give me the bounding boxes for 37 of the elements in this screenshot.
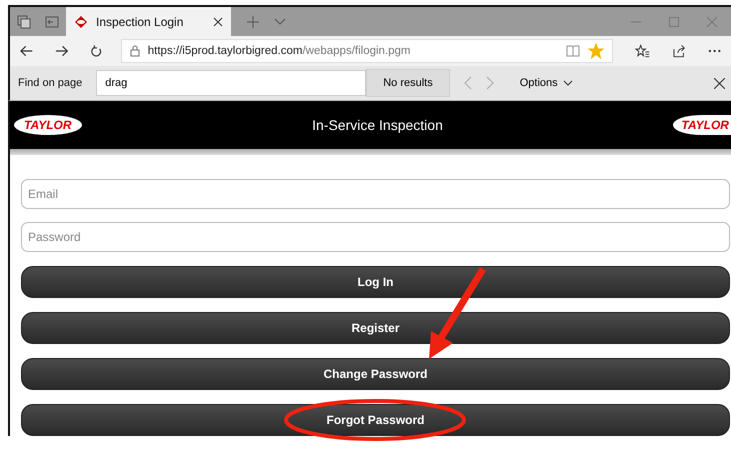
star-icon[interactable] — [588, 43, 604, 59]
favorites-icon[interactable] — [635, 44, 651, 58]
maximize-icon[interactable] — [669, 16, 679, 26]
logo: TAYLOR — [673, 115, 731, 135]
close-icon[interactable] — [714, 78, 725, 88]
tab-title: Inspection Login — [96, 14, 184, 28]
logo: TAYLOR — [14, 115, 82, 135]
forward-icon[interactable] — [55, 45, 68, 57]
results-text: No results — [366, 69, 450, 97]
lock-icon — [130, 45, 140, 57]
page-title: In-Service Inspection — [312, 117, 443, 133]
form-button[interactable]: Forgot Password — [21, 404, 730, 436]
input-field[interactable]: Email — [21, 179, 730, 209]
refresh-icon[interactable] — [90, 44, 103, 58]
form-button[interactable]: Change Password — [21, 358, 730, 390]
close-icon[interactable] — [213, 16, 223, 26]
chevron-down-icon — [562, 80, 573, 86]
next-icon[interactable] — [486, 76, 494, 90]
site-logo-icon — [74, 14, 88, 28]
tab-aside-icon[interactable] — [45, 16, 59, 28]
input-field[interactable]: Password — [21, 222, 730, 252]
address-field[interactable]: https://i5prod.taylorbigred.com/webapps/filogin.pgm — [120, 39, 614, 63]
new-tab-icon[interactable] — [246, 14, 260, 28]
book-icon[interactable] — [566, 45, 580, 57]
previous-icon[interactable] — [464, 76, 472, 90]
share-icon[interactable] — [672, 44, 686, 58]
find-field[interactable]: drag — [96, 70, 366, 96]
form-button[interactable]: Log In — [21, 266, 730, 298]
form-button[interactable]: Register — [21, 312, 730, 344]
tabs-icon[interactable] — [17, 14, 31, 28]
browser-tab[interactable]: Inspection Login — [66, 7, 231, 36]
find-label: Find on page — [18, 77, 82, 89]
chevron-down-icon[interactable] — [274, 18, 286, 26]
options-button[interactable]: Options — [514, 76, 579, 90]
url-text: https://i5prod.taylorbigred.com/webapps/filogin.pgm — [148, 45, 411, 57]
more-icon[interactable] — [708, 49, 721, 53]
back-icon[interactable] — [20, 45, 34, 57]
